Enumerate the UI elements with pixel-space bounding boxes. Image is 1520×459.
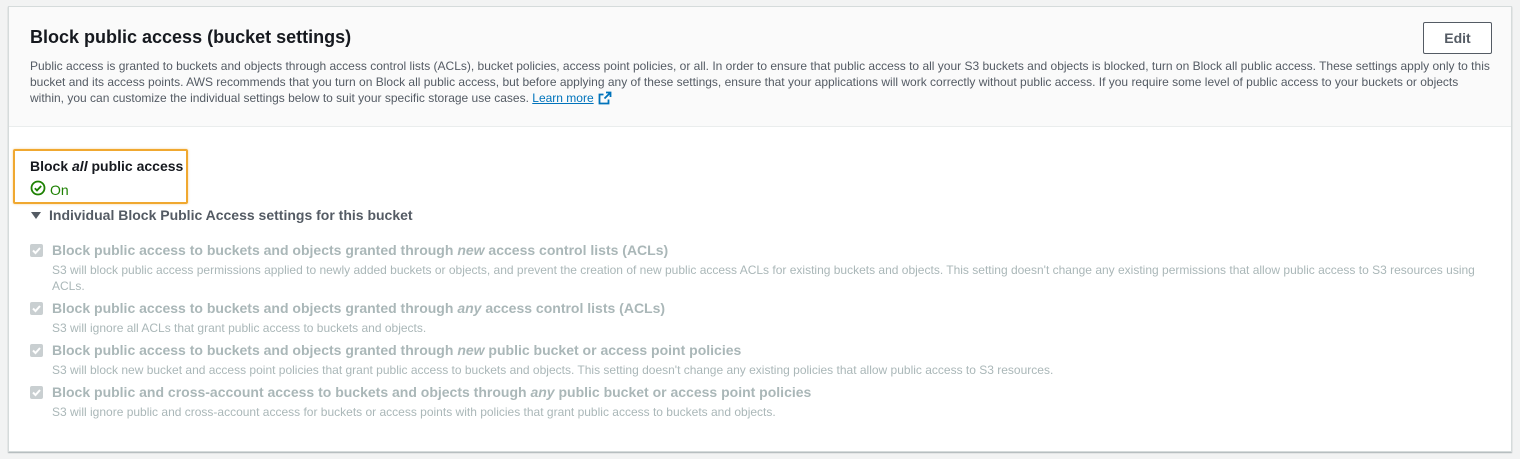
setting-title-prefix: Block public and cross-account access to… <box>52 384 531 400</box>
individual-settings-expander[interactable]: Individual Block Public Access settings … <box>30 207 413 223</box>
setting-checkbox[interactable] <box>30 386 43 399</box>
setting-description: S3 will ignore all ACLs that grant publi… <box>52 321 427 335</box>
status-indicator: On <box>30 180 69 199</box>
setting-description: S3 will block new bucket and access poin… <box>52 363 1054 377</box>
block-all-label-suffix: public access <box>87 158 184 174</box>
setting-title-em: any <box>457 300 482 316</box>
setting-checkbox[interactable] <box>30 344 43 357</box>
check-circle-icon <box>30 180 50 199</box>
setting-title-suffix: access control lists (ACLs) <box>481 300 666 316</box>
setting-title: Block public access to buckets and objec… <box>52 300 665 316</box>
description-text: Public access is granted to buckets and … <box>30 59 1490 105</box>
setting-title-suffix: public bucket or access point policies <box>554 384 812 400</box>
setting-title-prefix: Block public access to buckets and objec… <box>52 242 458 258</box>
setting-description: S3 will ignore public and cross-account … <box>52 405 776 419</box>
setting-checkbox[interactable] <box>30 302 43 315</box>
setting-checkbox[interactable] <box>30 244 43 257</box>
external-link-icon[interactable] <box>598 91 612 109</box>
setting-title-suffix: public bucket or access point policies <box>484 342 742 358</box>
edit-button[interactable]: Edit <box>1423 22 1492 54</box>
setting-title-em: new <box>457 342 485 358</box>
status-text: On <box>50 181 69 198</box>
block-all-label-em: all <box>72 158 88 174</box>
setting-title-em: new <box>457 242 485 258</box>
block-all-label-prefix: Block <box>30 158 73 174</box>
caret-down-icon <box>31 211 41 219</box>
setting-description: S3 will block public access permissions … <box>52 263 1475 293</box>
individual-settings-label: Individual Block Public Access settings … <box>49 207 413 223</box>
setting-title: Block public access to buckets and objec… <box>52 242 668 258</box>
setting-title-em: any <box>530 384 555 400</box>
block-all-public-access-label: Block all public access <box>30 158 183 174</box>
learn-more-label: Learn more <box>532 91 594 105</box>
panel-title: Block public access (bucket settings) <box>30 27 352 47</box>
panel-header: Block public access (bucket settings) Ed… <box>9 7 1511 127</box>
setting-title-prefix: Block public access to buckets and objec… <box>52 342 458 358</box>
panel-description: Public access is granted to buckets and … <box>30 58 1490 109</box>
block-public-access-panel: Block public access (bucket settings) Ed… <box>8 6 1512 452</box>
setting-title-suffix: access control lists (ACLs) <box>484 242 669 258</box>
setting-title: Block public access to buckets and objec… <box>52 342 741 358</box>
learn-more-link[interactable]: Learn more <box>532 91 593 105</box>
setting-title: Block public and cross-account access to… <box>52 384 811 400</box>
setting-title-prefix: Block public access to buckets and objec… <box>52 300 458 316</box>
